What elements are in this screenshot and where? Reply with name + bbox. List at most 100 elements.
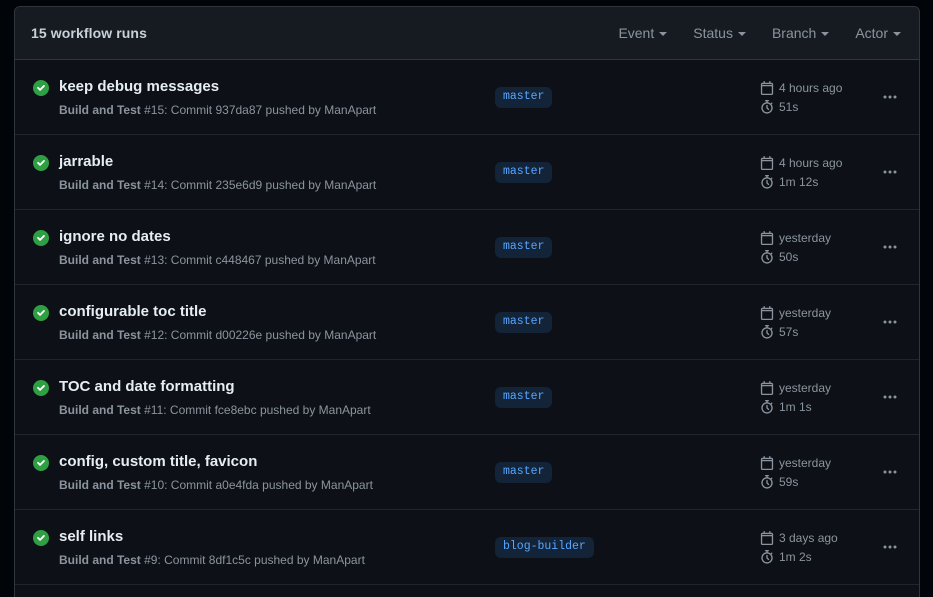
run-detail-text: #13: Commit c448467 pushed by ManApart (140, 252, 376, 267)
branch-badge[interactable]: master (495, 236, 553, 258)
run-title-link[interactable]: configurable toc title (59, 302, 376, 321)
check-circle-icon (33, 529, 49, 546)
run-branch-cell: master (495, 86, 755, 108)
branch-badge[interactable]: master (495, 386, 553, 408)
table-row[interactable]: self links Build and Test #9: Commit 8df… (15, 510, 919, 585)
run-duration-text: 57s (779, 324, 799, 339)
branch-badge[interactable]: master (495, 86, 553, 108)
run-branch-cell: master (495, 461, 755, 483)
run-text-block: configurable toc title Build and Test #1… (59, 302, 376, 343)
filter-actor-button[interactable]: Actor (855, 25, 901, 41)
check-circle-icon (33, 79, 49, 96)
table-row[interactable]: TOC and date formatting Build and Test #… (15, 360, 919, 435)
run-date-line: yesterday (760, 230, 855, 246)
kebab-menu-icon[interactable] (877, 234, 903, 260)
run-main-cell: configurable toc title Build and Test #1… (33, 302, 495, 343)
run-detail-text: #11: Commit fce8ebc pushed by ManApart (140, 402, 371, 417)
run-title-link[interactable]: ignore no dates (59, 227, 376, 246)
filter-branch-button[interactable]: Branch (772, 25, 830, 41)
run-title-link[interactable]: self links (59, 527, 365, 546)
run-subtitle: Build and Test #13: Commit c448467 pushe… (59, 252, 376, 268)
run-text-block: jarrable Build and Test #14: Commit 235e… (59, 152, 376, 193)
kebab-menu-icon[interactable] (877, 459, 903, 485)
table-row[interactable]: config, custom title, favicon Build and … (15, 435, 919, 510)
run-detail-text: #15: Commit 937da87 pushed by ManApart (140, 102, 377, 117)
run-text-block: ignore no dates Build and Test #13: Comm… (59, 227, 376, 268)
run-subtitle: Build and Test #9: Commit 8df1c5c pushed… (59, 552, 365, 568)
branch-badge[interactable]: master (495, 311, 553, 333)
run-date-text: 3 days ago (779, 530, 838, 545)
run-date-line: 4 hours ago (760, 155, 855, 171)
run-duration-line: 1m 1s (760, 399, 855, 415)
calendar-icon (760, 380, 774, 395)
chevron-down-icon (737, 32, 746, 36)
stopwatch-icon (760, 399, 774, 414)
check-circle-icon (33, 304, 49, 321)
table-row[interactable]: keep debug messages Build and Test #15: … (15, 60, 919, 135)
run-text-block: self links Build and Test #9: Commit 8df… (59, 527, 365, 568)
kebab-menu-icon[interactable] (877, 534, 903, 560)
run-duration-line: 57s (760, 324, 855, 340)
run-date-text: 4 hours ago (779, 80, 843, 95)
chevron-down-icon (821, 32, 830, 36)
run-subtitle: Build and Test #15: Commit 937da87 pushe… (59, 102, 376, 118)
kebab-menu-icon[interactable] (877, 384, 903, 410)
run-branch-cell: blog-builder (495, 536, 755, 558)
run-meta-cell: 4 hours ago 51s (755, 80, 903, 115)
run-detail-text: #10: Commit a0e4fda pushed by ManApart (140, 477, 373, 492)
run-date-line: 4 hours ago (760, 80, 855, 96)
chevron-down-icon (659, 32, 668, 36)
run-duration-text: 1m 1s (779, 399, 812, 414)
kebab-menu-icon[interactable] (877, 309, 903, 335)
kebab-menu-icon[interactable] (877, 159, 903, 185)
table-row[interactable]: ignore no dates Build and Test #13: Comm… (15, 210, 919, 285)
run-date-line: yesterday (760, 305, 855, 321)
run-date-line: yesterday (760, 455, 855, 471)
run-timing: yesterday 57s (760, 305, 855, 340)
workflow-runs-list: keep debug messages Build and Test #15: … (15, 60, 919, 597)
run-text-block: keep debug messages Build and Test #15: … (59, 77, 376, 118)
table-row[interactable]: jarrable Build and Test #14: Commit 235e… (15, 135, 919, 210)
run-meta-cell: 3 days ago 1m 2s (755, 530, 903, 565)
run-text-block: TOC and date formatting Build and Test #… (59, 377, 371, 418)
run-title-link[interactable]: keep debug messages (59, 77, 376, 96)
filter-event-button[interactable]: Event (618, 25, 668, 41)
run-title-link[interactable]: jarrable (59, 152, 376, 171)
stopwatch-icon (760, 174, 774, 189)
run-subtitle: Build and Test #10: Commit a0e4fda pushe… (59, 477, 373, 493)
branch-badge[interactable]: master (495, 461, 553, 483)
run-meta-cell: yesterday 50s (755, 230, 903, 265)
filter-event-label: Event (618, 25, 655, 41)
filter-status-label: Status (693, 25, 733, 41)
run-detail-text: #12: Commit d00226e pushed by ManApart (140, 327, 377, 342)
run-duration-text: 59s (779, 474, 799, 489)
branch-badge[interactable]: master (495, 161, 553, 183)
filter-status-button[interactable]: Status (693, 25, 746, 41)
calendar-icon (760, 230, 774, 245)
page-title: 15 workflow runs (31, 25, 147, 41)
run-timing: 3 days ago 1m 2s (760, 530, 855, 565)
run-timing: yesterday 1m 1s (760, 380, 855, 415)
run-duration-line: 51s (760, 99, 855, 115)
branch-badge[interactable]: blog-builder (495, 536, 594, 558)
kebab-menu-icon[interactable] (877, 84, 903, 110)
run-title-link[interactable]: config, custom title, favicon (59, 452, 373, 471)
run-title-link[interactable]: TOC and date formatting (59, 377, 371, 396)
run-text-block: config, custom title, favicon Build and … (59, 452, 373, 493)
run-date-text: yesterday (779, 230, 832, 245)
run-duration-text: 1m 12s (779, 174, 819, 189)
table-row[interactable]: configurable toc title Build and Test #1… (15, 285, 919, 360)
calendar-icon (760, 155, 774, 170)
run-duration-text: 50s (779, 249, 799, 264)
workflow-runs-panel: 15 workflow runs Event Status Branch Act… (14, 6, 920, 597)
run-timing: 4 hours ago 51s (760, 80, 855, 115)
run-meta-cell: 4 hours ago 1m 12s (755, 155, 903, 190)
run-timing: yesterday 50s (760, 230, 855, 265)
chevron-down-icon (893, 32, 901, 36)
run-branch-cell: master (495, 161, 755, 183)
filter-actor-label: Actor (855, 25, 888, 41)
table-row[interactable] (15, 585, 919, 597)
run-date-line: 3 days ago (760, 530, 855, 546)
run-duration-text: 1m 2s (779, 549, 812, 564)
workflow-name: Build and Test (59, 252, 141, 267)
